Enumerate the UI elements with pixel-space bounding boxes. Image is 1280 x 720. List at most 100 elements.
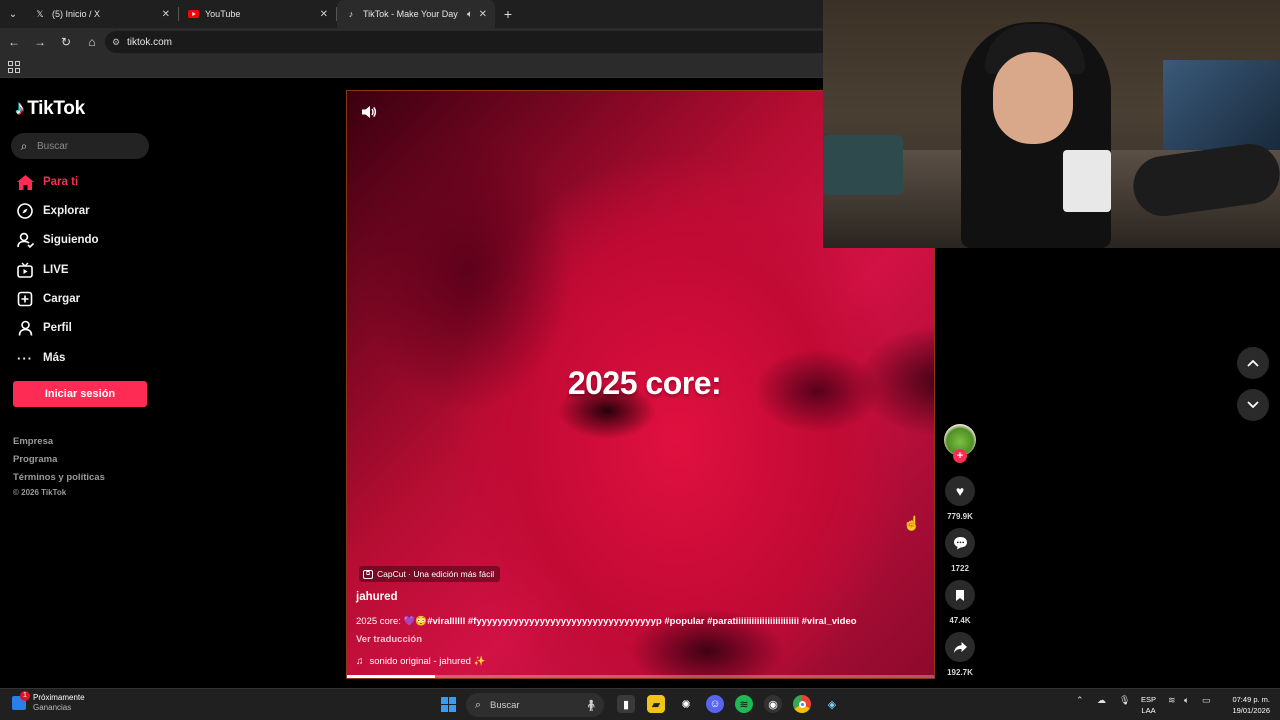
bookmark-icon[interactable] [945,580,975,610]
login-button[interactable]: Iniciar sesión [13,381,147,407]
save-count: 47.4K [949,616,971,625]
video-overlay-text: 2025 core: [347,365,934,402]
search-input[interactable]: ⌕ Buscar [11,133,149,159]
nav-label: Perfil [43,322,72,334]
tab-audio-icon[interactable]: 🔈︎ [467,9,473,20]
microphone-icon[interactable]: 🎙︎ [1119,695,1130,706]
speaker-icon[interactable]: 🔈︎ [1184,695,1189,706]
tiktok-sidebar: ♪ TikTok ⌕ Buscar Para ti Explorar Sigui… [0,80,165,685]
footer-link-programa[interactable]: Programa [13,454,57,465]
url-text: tiktok.com [127,36,173,48]
windows-start-icon[interactable] [441,697,456,712]
next-video-chevron-down-icon[interactable] [1237,389,1269,421]
video-actions: + ♥ 779.9K 1722 47.4K 192.7K [940,420,980,680]
caption-text: 2025 core: 💜😳 [356,616,428,627]
capcut-badge[interactable]: ⧉ CapCut · Una edición más fácil [359,566,501,582]
tab-title: TikTok - Make Your Day [363,9,458,19]
search-highlight-icon: 🧍︎ [584,699,598,712]
previous-video-chevron-up-icon[interactable] [1237,347,1269,379]
address-bar[interactable]: ⚙ tiktok.com [105,31,845,53]
close-tab-icon[interactable]: ✕ [162,9,170,20]
show-hidden-icons-chevron-icon[interactable]: ⌃ [1076,695,1084,706]
save-action[interactable]: 47.4K [943,580,977,625]
tab-youtube[interactable]: YouTube ✕ [179,0,336,28]
spotify-icon[interactable]: ≋ [735,695,753,713]
home-button-icon[interactable]: ⌂ [80,30,104,54]
follow-plus-icon[interactable]: + [953,449,967,463]
x-logo-icon: 𝕏 [36,8,44,19]
nav-mas[interactable]: ··· Más [15,349,65,367]
windows-taskbar: 1 Próximamente Ganancias ⌕ Buscar 🧍︎ ▮ ▰… [0,688,1280,720]
notification-badge: 1 [20,690,30,701]
tiktok-note-icon: ♪ [15,98,25,119]
volume-icon[interactable] [361,105,379,123]
footer-link-empresa[interactable]: Empresa [13,436,53,447]
nav-label: Siguiendo [43,234,99,246]
tiktok-logo[interactable]: ♪ TikTok [15,98,85,120]
share-icon[interactable] [945,632,975,662]
apps-grid-icon[interactable] [8,61,20,73]
tab-title: (5) Inicio / X [52,9,101,19]
video-sound[interactable]: ♫ sonido original - jahured ✨ [356,656,485,667]
reload-icon[interactable]: ↻ [54,30,78,54]
sound-label: sonido original - jahured ✨ [369,656,486,667]
heart-icon[interactable]: ♥ [945,476,975,506]
tab-tiktok[interactable]: ♪ TikTok - Make Your Day 🔈︎ ✕ [337,0,495,28]
tab-search-chevron-icon[interactable]: ⌄ [0,0,26,28]
clock-date: 19/01/2026 [1232,706,1270,715]
site-info-icon[interactable]: ⚙ [105,37,127,48]
forward-arrow-icon[interactable]: → [28,30,52,54]
nav-siguiendo[interactable]: Siguiendo [15,231,99,249]
widgets-button[interactable]: 1 Próximamente Ganancias [12,690,85,712]
discord-icon[interactable]: ☺ [706,695,724,713]
nav-label: Para ti [43,176,79,188]
video-progress-bar[interactable] [347,675,934,678]
nav-live[interactable]: LIVE [15,261,69,279]
back-arrow-icon[interactable]: ← [2,30,26,54]
webcam-person-face [993,52,1073,144]
share-action[interactable]: 192.7K [943,632,977,677]
nav-label: Cargar [43,293,81,305]
taskbar-search-input[interactable]: ⌕ Buscar 🧍︎ [466,693,604,717]
comment-action[interactable]: 1722 [943,528,977,573]
chatgpt-icon[interactable]: ✺ [677,695,695,713]
like-action[interactable]: ♥ 779.9K [943,476,977,521]
nav-explorar[interactable]: Explorar [15,202,90,220]
new-tab-button[interactable]: + [495,6,521,22]
video-author[interactable]: jahured [356,591,398,603]
language-indicator[interactable]: ESP LAA [1141,694,1156,716]
see-translation-link[interactable]: Ver traducción [356,634,422,645]
comment-count: 1722 [951,564,969,573]
app-settings-icon[interactable]: ◈ [823,695,841,713]
upload-icon [15,290,35,308]
person-icon [15,319,35,337]
close-tab-icon[interactable]: ✕ [320,9,328,20]
comment-icon[interactable] [945,528,975,558]
more-icon: ··· [17,350,33,366]
battery-icon[interactable]: ▭ [1202,695,1211,706]
brand-name: TikTok [27,98,85,119]
webcam-mug [1063,150,1111,212]
nav-label: Explorar [43,205,90,217]
task-view-icon[interactable]: ▮ [617,695,635,713]
tab-title: YouTube [205,9,241,19]
chrome-icon[interactable] [793,695,811,713]
system-clock[interactable]: 07:49 p. m. 19/01/2026 [1222,694,1270,716]
like-count: 779.9K [947,512,973,521]
obs-icon[interactable]: ◉ [764,695,782,713]
capcut-label: CapCut · Una edición más fácil [377,569,495,579]
file-explorer-icon[interactable]: ▰ [647,695,665,713]
close-tab-icon[interactable]: ✕ [479,9,487,20]
nav-perfil[interactable]: Perfil [15,319,72,337]
mouse-cursor-icon: ☝ [903,515,921,531]
tab-x-inicio[interactable]: 𝕏 (5) Inicio / X ✕ [26,0,178,28]
video-progress-fill [347,675,436,678]
wifi-icon[interactable]: ≋ [1168,695,1176,706]
footer-link-terminos[interactable]: Términos y políticas [13,472,105,483]
clock-time: 07:49 p. m. [1232,695,1270,704]
nav-cargar[interactable]: Cargar [15,290,80,308]
caption-hashtags[interactable]: #virallllll #fyyyyyyyyyyyyyyyyyyyyyyyyyy… [427,616,856,627]
cloud-icon[interactable]: ☁ [1097,695,1106,706]
screen: ⌄ 𝕏 (5) Inicio / X ✕ YouTube ✕ ♪ TikTok … [0,0,1280,720]
nav-para-ti[interactable]: Para ti [15,173,78,191]
